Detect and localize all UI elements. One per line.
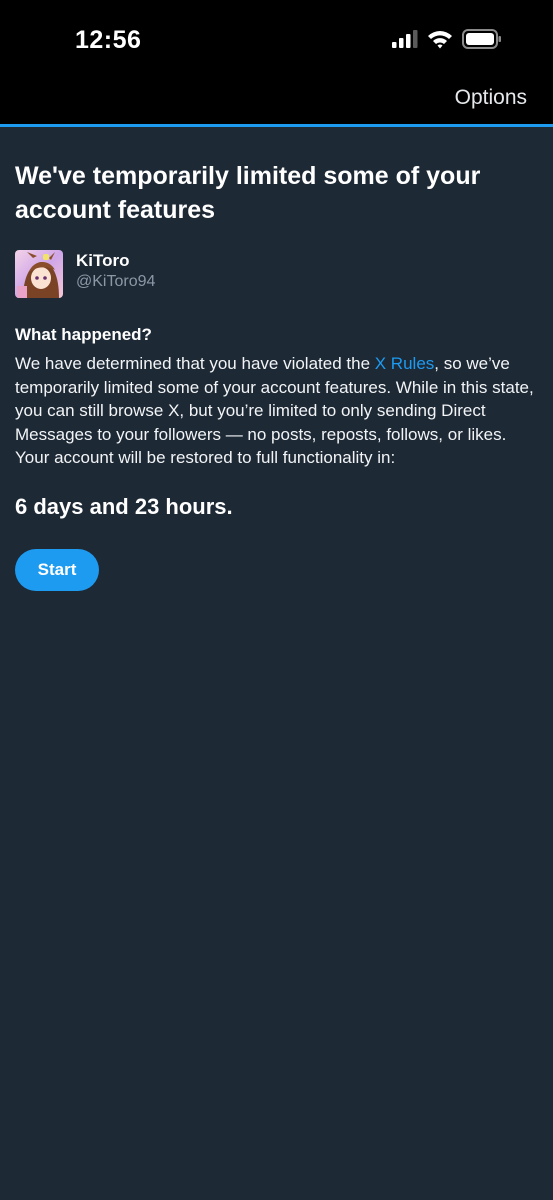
limited-account-notice: We've temporarily limited some of your a… [15,127,540,591]
page-title: We've temporarily limited some of your a… [15,162,481,224]
cellular-signal-icon [392,29,418,53]
what-happened-heading: What happened? [15,325,152,344]
account-info: KiToro @KiToro94 [15,250,540,298]
x-rules-link[interactable]: X Rules [375,354,435,373]
start-button[interactable]: Start [15,548,99,591]
options-link[interactable]: Options [455,86,527,110]
status-icons [392,28,502,54]
battery-icon [462,28,502,54]
violation-explanation: We have determined that you have violate… [15,352,540,470]
account-handle: @KiToro94 [76,273,156,290]
wifi-icon [427,29,453,54]
avatar [15,250,63,298]
account-text: KiToro @KiToro94 [76,250,155,292]
status-time: 12:56 [75,26,142,54]
restriction-duration: 6 days and 23 hours. [15,493,233,519]
explanation-text-start: We have determined that you have violate… [15,354,375,373]
display-name: KiToro [76,251,130,270]
top-bar: 12:56 Options [0,0,553,124]
